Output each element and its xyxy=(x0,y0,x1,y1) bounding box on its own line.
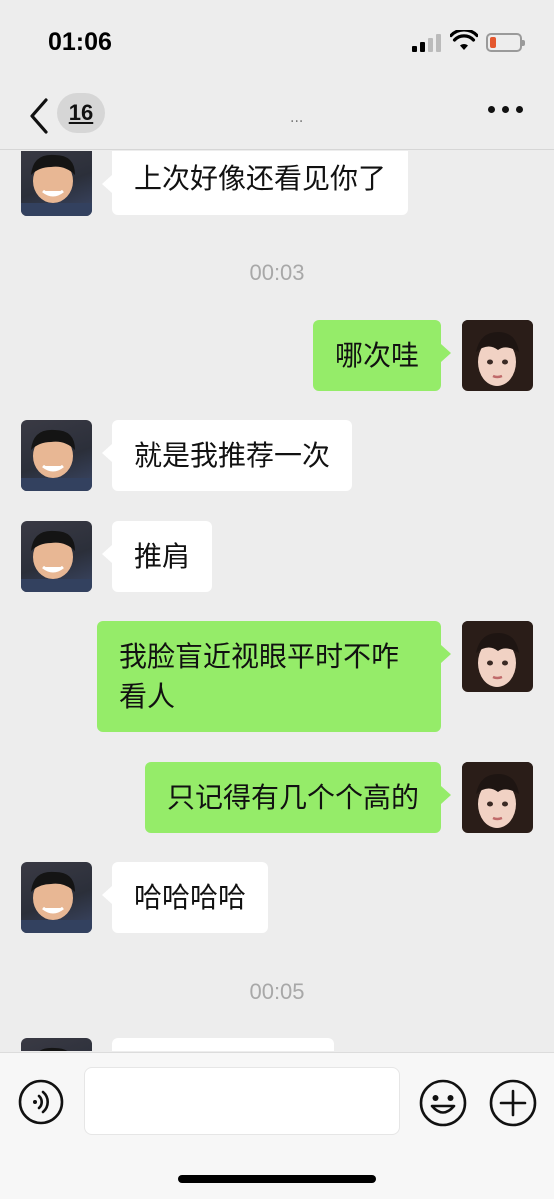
signal-icon xyxy=(412,34,442,52)
nav-bar: 16 ... xyxy=(0,88,554,150)
my-avatar[interactable] xyxy=(462,320,533,391)
voice-icon[interactable] xyxy=(18,1079,64,1125)
home-indicator[interactable] xyxy=(178,1175,376,1183)
contact-avatar[interactable] xyxy=(21,1038,92,1051)
contact-avatar[interactable] xyxy=(21,420,92,491)
emoji-icon[interactable] xyxy=(419,1079,467,1127)
status-time: 01:06 xyxy=(48,28,112,56)
chat-title: ... xyxy=(290,110,304,126)
status-bar: 01:06 xyxy=(0,0,554,88)
message-bubble-received[interactable]: 哈哈哈哈 xyxy=(101,862,269,933)
message-bubble-received[interactable] xyxy=(112,1038,334,1051)
unread-count-badge[interactable]: 16 xyxy=(57,93,105,133)
input-bar xyxy=(0,1052,554,1199)
wifi-icon xyxy=(450,30,478,50)
message-bubble-sent[interactable]: 我脸盲近视眼平时不咋看人 xyxy=(97,621,451,732)
battery-level xyxy=(490,37,496,48)
more-icon[interactable] xyxy=(488,106,524,116)
message-timestamp: 00:05 xyxy=(249,979,305,1004)
chat-history[interactable]: 上次好像还看见你了 00:03 哪次哇 就是我推荐一次 推肩 我脸盲近视眼平时不… xyxy=(0,151,554,1051)
message-bubble-sent[interactable]: 哪次哇 xyxy=(312,320,452,391)
contact-avatar[interactable] xyxy=(21,521,92,592)
contact-avatar[interactable] xyxy=(21,862,92,933)
message-bubble-received[interactable]: 就是我推荐一次 xyxy=(101,420,353,491)
my-avatar[interactable] xyxy=(462,762,533,833)
my-avatar[interactable] xyxy=(462,621,533,692)
message-bubble-sent[interactable]: 只记得有几个个高的 xyxy=(144,762,452,833)
message-bubble-received[interactable]: 推肩 xyxy=(101,521,213,592)
message-bubble-received[interactable]: 上次好像还看见你了 xyxy=(101,151,409,215)
message-timestamp: 00:03 xyxy=(249,260,305,285)
message-input[interactable] xyxy=(84,1067,400,1135)
plus-icon[interactable] xyxy=(489,1079,537,1127)
back-icon[interactable] xyxy=(26,96,52,136)
battery-icon xyxy=(486,33,525,52)
contact-avatar[interactable] xyxy=(21,151,92,216)
